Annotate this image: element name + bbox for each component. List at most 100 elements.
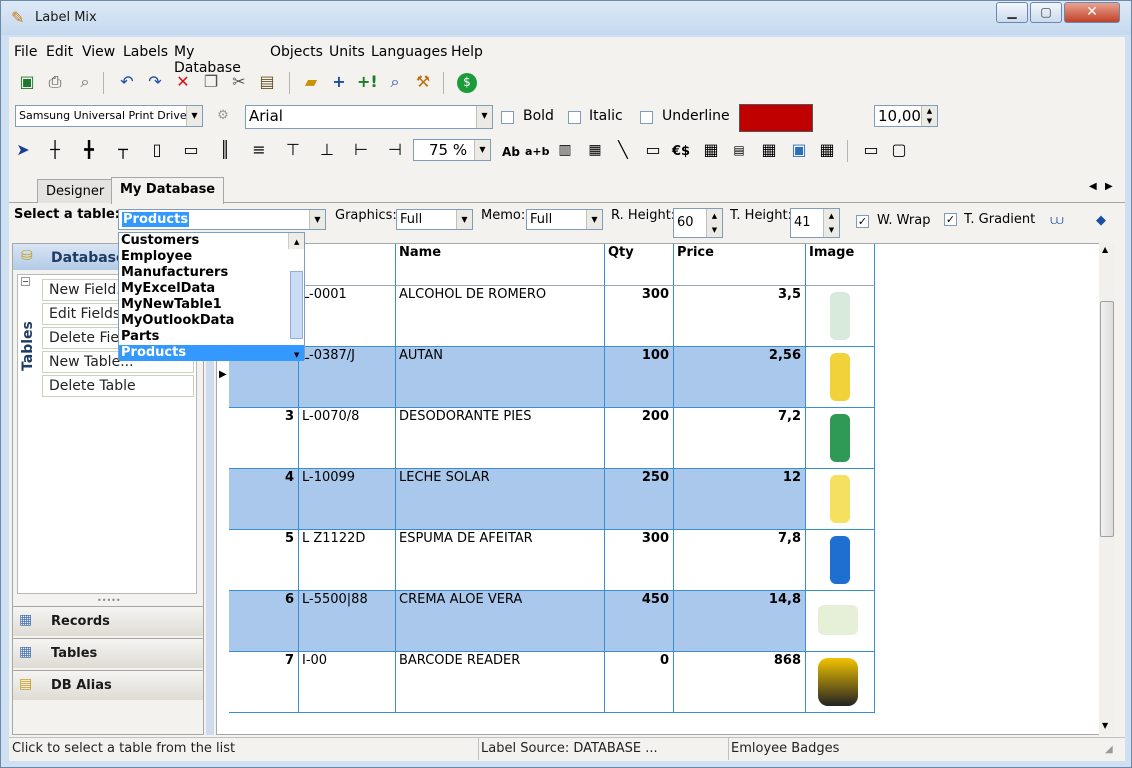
grid-cell-code[interactable]: L-0387/J: [299, 347, 396, 408]
align-right-edge-icon[interactable]: ⊣: [385, 141, 405, 161]
grid-cell-id[interactable]: 6: [229, 591, 299, 652]
menu-help[interactable]: Help: [451, 44, 483, 60]
menu-edit[interactable]: Edit: [46, 44, 73, 60]
grid-scrollbar[interactable]: ▲ ▼: [1099, 243, 1115, 735]
page-setup-icon[interactable]: ▭: [859, 141, 883, 161]
grid-cell-image[interactable]: [806, 408, 875, 469]
menu-labels[interactable]: Labels: [123, 44, 168, 60]
delete-table-button[interactable]: Delete Table: [42, 375, 194, 397]
align-left-icon[interactable]: ┼: [45, 141, 65, 161]
column-header[interactable]: [299, 244, 396, 286]
column-header[interactable]: Image: [806, 244, 875, 286]
cut-icon[interactable]: ✂: [229, 73, 249, 93]
table-list-item[interactable]: MyOutlookData: [119, 313, 304, 329]
align-top-icon[interactable]: ┬: [113, 141, 133, 161]
grid-cell-price[interactable]: 868: [674, 652, 806, 713]
printer-setup-icon[interactable]: ⚙: [213, 107, 233, 127]
minimize-button[interactable]: ▁: [996, 2, 1028, 23]
title-gradient-checkbox[interactable]: ✓: [944, 213, 957, 226]
add-icon[interactable]: +: [329, 73, 349, 93]
menu-objects[interactable]: Objects: [270, 44, 323, 60]
pointer-icon[interactable]: ➤: [13, 141, 33, 161]
table-list-item[interactable]: Manufacturers: [119, 265, 304, 281]
grid-cell-price[interactable]: 12: [674, 469, 806, 530]
records-nav-button[interactable]: ▦ Records: [13, 606, 203, 636]
grid-cell-image[interactable]: [806, 652, 875, 713]
font-size-spinner[interactable]: 10,00 ▲ ▼: [874, 105, 938, 127]
tab-scroll-right-icon[interactable]: ▶: [1105, 181, 1113, 192]
close-button[interactable]: ✕: [1064, 2, 1120, 23]
bold-checkbox[interactable]: [501, 111, 514, 124]
paste-icon[interactable]: ▤: [257, 73, 277, 93]
grid-tool-icon[interactable]: ▦: [815, 141, 839, 161]
line-tool-icon[interactable]: ╲: [611, 141, 635, 161]
grid-cell-code[interactable]: L-5500|88: [299, 591, 396, 652]
title-height-spinner[interactable]: 41 ▲ ▼: [790, 208, 840, 238]
grid-cell-price[interactable]: 3,5: [674, 286, 806, 347]
table-list-dropdown[interactable]: Customers Employee Manufacturers MyExcelDat…: [118, 232, 305, 361]
barcode2d-icon[interactable]: ▦: [583, 141, 607, 161]
grid-cell-name[interactable]: ESPUMA DE AFEITAR: [396, 530, 605, 591]
table-select[interactable]: Products ▼: [118, 209, 326, 230]
font-color-swatch[interactable]: [739, 104, 813, 132]
open-folder-icon[interactable]: ▰: [301, 73, 321, 93]
table-list-item[interactable]: Customers: [119, 233, 304, 249]
image-tool-icon[interactable]: ▣: [787, 141, 811, 161]
row-height-spinner[interactable]: 60 ▲ ▼: [673, 208, 723, 238]
grid-cell-qty[interactable]: 200: [605, 408, 674, 469]
table-list-item[interactable]: Products: [119, 345, 304, 361]
buy-icon[interactable]: $: [457, 73, 477, 93]
grid-cell-price[interactable]: 7,8: [674, 530, 806, 591]
menu-file[interactable]: File: [14, 44, 37, 60]
grid-cell-code[interactable]: L Z1122D: [299, 530, 396, 591]
counter-tool-icon[interactable]: ▤: [727, 141, 751, 161]
splitter-grip[interactable]: •••••: [97, 596, 121, 605]
tab-scroll-left-icon[interactable]: ◀: [1089, 181, 1097, 192]
scroll-up-icon[interactable]: ▲: [1102, 245, 1108, 254]
grid-cell-qty[interactable]: 100: [605, 347, 674, 408]
maximize-button[interactable]: ▢: [1030, 2, 1062, 23]
column-header[interactable]: Qty: [605, 244, 674, 286]
rectangle-tool-icon[interactable]: ▭: [641, 141, 665, 161]
print-icon[interactable]: ⎙: [45, 73, 65, 93]
split-icon[interactable]: ⩊: [1047, 212, 1067, 232]
redo-icon[interactable]: ↷: [145, 73, 165, 93]
graphics-select[interactable]: Full ▼: [396, 209, 473, 230]
wrench-icon[interactable]: ⚒: [413, 73, 433, 93]
bring-top-icon[interactable]: ⊤: [283, 141, 303, 161]
text-tool-icon[interactable]: Ab: [499, 143, 523, 163]
grid-cell-image[interactable]: [806, 591, 875, 652]
grid-cell-qty[interactable]: 300: [605, 286, 674, 347]
tables-nav-button[interactable]: ▦ Tables: [13, 638, 203, 668]
distribute-v-icon[interactable]: ▭: [181, 141, 201, 161]
export-icon[interactable]: ◆: [1091, 212, 1111, 232]
undo-icon[interactable]: ↶: [117, 73, 137, 93]
printer-dropdown[interactable]: Samsung Universal Print Driver ▼: [15, 105, 203, 127]
save-icon[interactable]: ▣: [17, 73, 37, 93]
menu-units[interactable]: Units: [329, 44, 365, 60]
copy-icon[interactable]: ❐: [201, 73, 221, 93]
scroll-down-icon[interactable]: ▼: [1102, 721, 1108, 730]
grid-cell-qty[interactable]: 250: [605, 469, 674, 530]
resize-grip-icon[interactable]: ◢: [1105, 744, 1113, 755]
align-edge-icon[interactable]: ⊢: [351, 141, 371, 161]
grid-cell-price[interactable]: 2,56: [674, 347, 806, 408]
currency-tool-icon[interactable]: €$: [669, 143, 693, 163]
grid-cell-id[interactable]: 3: [229, 408, 299, 469]
grid-cell-image[interactable]: [806, 469, 875, 530]
barcode-icon[interactable]: ▥: [553, 141, 577, 161]
grid-cell-name[interactable]: DESODORANTE PIES: [396, 408, 605, 469]
grid-cell-name[interactable]: LECHE SOLAR: [396, 469, 605, 530]
font-dropdown[interactable]: Arial ▼: [245, 105, 493, 129]
grid-cell-price[interactable]: 14,8: [674, 591, 806, 652]
delete-icon[interactable]: ✕: [173, 73, 193, 93]
word-wrap-checkbox[interactable]: ✓: [856, 215, 869, 228]
grid-cell-image[interactable]: [806, 286, 875, 347]
grid-cell-id[interactable]: 4: [229, 469, 299, 530]
align-center-icon[interactable]: ╋: [79, 141, 99, 161]
space-v-icon[interactable]: ≡: [249, 141, 269, 161]
table-list-item[interactable]: MyExcelData: [119, 281, 304, 297]
preview-icon[interactable]: ⌕: [75, 73, 95, 93]
column-header[interactable]: Name: [396, 244, 605, 286]
distribute-h-icon[interactable]: ▯: [147, 141, 167, 161]
